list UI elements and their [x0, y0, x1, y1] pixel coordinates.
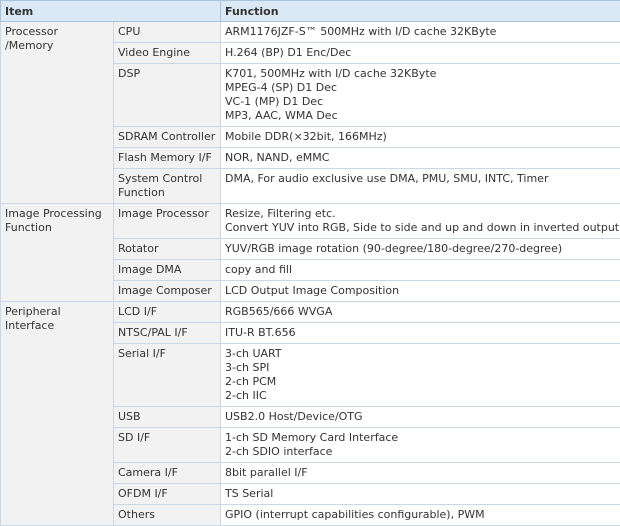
function-line: K701, 500MHz with I/D cache 32KByte — [225, 67, 437, 80]
sub-item-label: Image Composer — [113, 280, 221, 302]
function-line: RGB565/666 WVGA — [225, 305, 333, 318]
spec-table: Item Function Processor /Memory CPU ARM117… — [0, 0, 620, 526]
header-item: Item — [0, 0, 221, 22]
function-line: 2-ch PCM — [225, 375, 277, 388]
function-line: MP3, AAC, WMA Dec — [225, 109, 338, 122]
function-cell: H.264 (BP) D1 Enc/Dec — [220, 42, 620, 64]
sub-item-label: NTSC/PAL I/F — [113, 322, 221, 344]
sub-item-label: Camera I/F — [113, 462, 221, 484]
function-line: 2-ch IIC — [225, 389, 267, 402]
group-label: Peripheral Interface — [0, 301, 114, 526]
header-row: Item Function — [0, 0, 620, 22]
function-cell: Resize, Filtering etc. Convert YUV into R… — [220, 203, 620, 239]
function-cell: 8bit parallel I/F — [220, 462, 620, 484]
table-row: Processor /Memory CPU ARM1176JZF-S™ 500MHz… — [0, 21, 620, 204]
sub-item-label: OFDM I/F — [113, 483, 221, 505]
spec-table-body: Processor /Memory CPU ARM1176JZF-S™ 500MHz… — [0, 21, 620, 526]
function-line: 3-ch SPI — [225, 361, 270, 374]
function-line: Resize, Filtering etc. — [225, 207, 336, 220]
function-line: 8bit parallel I/F — [225, 466, 308, 479]
function-cell: ITU-R BT.656 — [220, 322, 620, 344]
function-line: GPIO (interrupt capabilities configurabl… — [225, 508, 485, 521]
sub-item-label: Video Engine — [113, 42, 221, 64]
sub-item-label: USB — [113, 406, 221, 428]
function-cell: K701, 500MHz with I/D cache 32KByte MPEG-… — [220, 63, 620, 127]
sub-item-label: SD I/F — [113, 427, 221, 463]
sub-item-label: Serial I/F — [113, 343, 221, 407]
sub-item-label: DSP — [113, 63, 221, 127]
table-row: Peripheral Interface LCD I/F RGB565/666 WV… — [0, 301, 620, 526]
function-cell: USB2.0 Host/Device/OTG — [220, 406, 620, 428]
function-line: MPEG-4 (SP) D1 Dec — [225, 81, 338, 94]
function-cell: 1-ch SD Memory Card Interface 2-ch SDIO i… — [220, 427, 620, 463]
sub-item-label: Flash Memory I/F — [113, 147, 221, 169]
function-cell: YUV/RGB image rotation (90-degree/180-de… — [220, 238, 620, 260]
function-cell: ARM1176JZF-S™ 500MHz with I/D cache 32KB… — [220, 21, 620, 43]
function-line: copy and fill — [225, 263, 292, 276]
function-line: ARM1176JZF-S™ 500MHz with I/D cache 32KB… — [225, 25, 497, 38]
function-line: 3-ch UART — [225, 347, 282, 360]
sub-item-label: SDRAM Controller — [113, 126, 221, 148]
function-line: VC-1 (MP) D1 Dec — [225, 95, 324, 108]
function-line: Convert YUV into RGB, Side to side and u… — [225, 221, 620, 234]
function-line: YUV/RGB image rotation (90-degree/180-de… — [225, 242, 563, 255]
group-label: Processor /Memory — [0, 21, 114, 204]
function-line: USB2.0 Host/Device/OTG — [225, 410, 363, 423]
function-line: H.264 (BP) D1 Enc/Dec — [225, 46, 352, 59]
function-cell: LCD Output Image Composition — [220, 280, 620, 302]
sub-item-label: Image DMA — [113, 259, 221, 281]
function-line: Mobile DDR(×32bit, 166MHz) — [225, 130, 387, 143]
sub-item-label: CPU — [113, 21, 221, 43]
sub-item-label: LCD I/F — [113, 301, 221, 323]
function-cell: NOR, NAND, eMMC — [220, 147, 620, 169]
sub-item-label: Image Processor — [113, 203, 221, 239]
function-line: DMA, For audio exclusive use DMA, PMU, S… — [225, 172, 549, 185]
group-label: Image Processing Function — [0, 203, 114, 302]
function-cell: copy and fill — [220, 259, 620, 281]
function-line: NOR, NAND, eMMC — [225, 151, 330, 164]
function-line: LCD Output Image Composition — [225, 284, 400, 297]
function-cell: TS Serial — [220, 483, 620, 505]
sub-item-label: System Control Function — [113, 168, 221, 204]
function-line: ITU-R BT.656 — [225, 326, 296, 339]
function-line: TS Serial — [225, 487, 274, 500]
function-cell: DMA, For audio exclusive use DMA, PMU, S… — [220, 168, 620, 204]
function-line: 2-ch SDIO interface — [225, 445, 333, 458]
sub-item-label: Rotator — [113, 238, 221, 260]
header-function: Function — [220, 0, 620, 22]
function-cell: Mobile DDR(×32bit, 166MHz) — [220, 126, 620, 148]
function-cell: 3-ch UART 3-ch SPI 2-ch PCM 2-ch IIC — [220, 343, 620, 407]
table-row: Image Processing Function Image Processor… — [0, 203, 620, 302]
sub-item-label: Others — [113, 504, 221, 526]
function-cell: GPIO (interrupt capabilities configurabl… — [220, 504, 620, 526]
function-line: 1-ch SD Memory Card Interface — [225, 431, 399, 444]
function-cell: RGB565/666 WVGA — [220, 301, 620, 323]
